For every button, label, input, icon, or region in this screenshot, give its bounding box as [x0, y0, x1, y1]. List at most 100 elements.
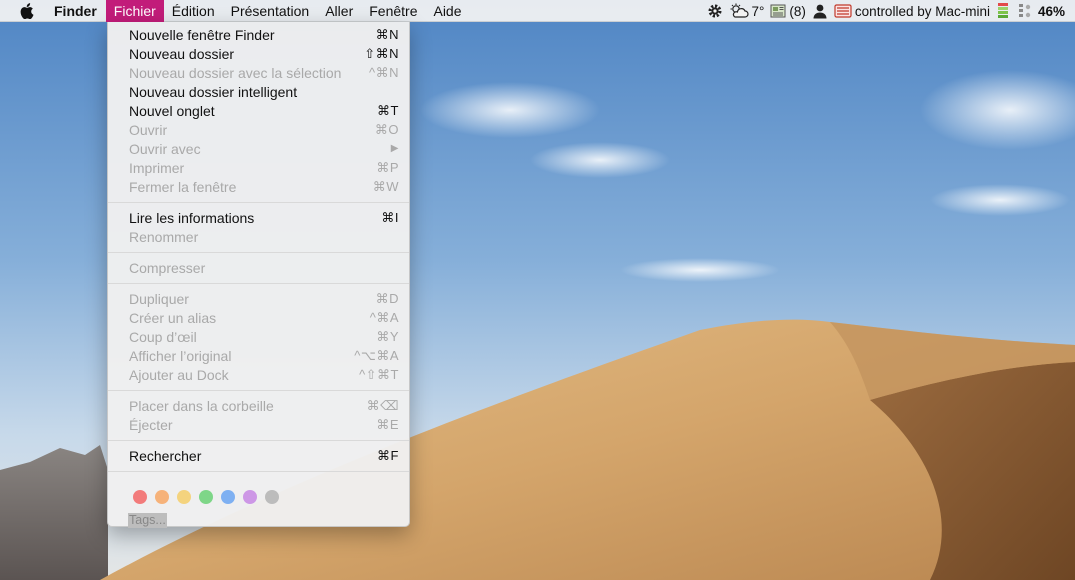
menu-item-ouvrir-avec: Ouvrir avec ▶	[108, 139, 409, 158]
menu-item-shortcut: ⌘Y	[376, 328, 399, 344]
menu-item-shortcut: ⌘I	[381, 209, 399, 225]
menu-separator	[108, 384, 409, 396]
menu-item-label: Rechercher	[129, 447, 202, 464]
menu-item-shortcut: ⌘D	[375, 290, 399, 306]
gray-tag-dot[interactable]	[265, 489, 279, 504]
menu-separator	[108, 434, 409, 446]
submenu-arrow-icon: ▶	[390, 143, 399, 154]
status-area: 7° (8) controlled by Mac-mini 46%	[707, 0, 1075, 22]
user-icon	[813, 4, 827, 19]
menu-aide[interactable]: Aide	[425, 0, 469, 22]
menu-item-label: Créer un alias	[129, 309, 217, 326]
menu-item-dupliquer: Dupliquer ⌘D	[108, 289, 409, 308]
menu-item-fermer-fenetre: Fermer la fenêtre ⌘W	[108, 177, 409, 196]
screen-sharing-icon	[834, 4, 852, 18]
menu-aller[interactable]: Aller	[317, 0, 361, 22]
menu-item-afficher-original: Afficher l’original ^⌥⌘A	[108, 346, 409, 365]
menu-fichier[interactable]: Fichier	[105, 0, 164, 22]
menu-item-coup-doeil: Coup d’œil ⌘Y	[108, 327, 409, 346]
menu-item-nouvelle-fenetre[interactable]: Nouvelle fenêtre Finder ⌘N	[108, 25, 409, 44]
menu-separator	[108, 277, 409, 289]
menu-item-label: Dupliquer	[129, 290, 189, 307]
menu-item-renommer: Renommer	[108, 227, 409, 246]
remote-control-label: controlled by Mac-mini	[854, 3, 990, 19]
notifications-status-item[interactable]: (8)	[770, 0, 806, 22]
menu-item-shortcut: ⌘N	[375, 26, 399, 42]
menu-fenetre[interactable]: Fenêtre	[361, 0, 425, 22]
menu-separator	[108, 465, 409, 477]
memory-meter-icon	[997, 3, 1008, 18]
disk-activity-icon	[1018, 4, 1031, 18]
yellow-tag-dot[interactable]	[177, 489, 191, 504]
menu-item-label: Lire les informations	[129, 209, 255, 226]
menu-item-label: Afficher l’original	[129, 347, 232, 364]
menu-item-lire-informations[interactable]: Lire les informations ⌘I	[108, 208, 409, 227]
menu-item-nouvel-onglet[interactable]: Nouvel onglet ⌘T	[108, 101, 409, 120]
menu-item-label: Ouvrir avec	[129, 140, 201, 157]
menu-item-nouveau-dossier[interactable]: Nouveau dossier ⇧⌘N	[108, 44, 409, 63]
blue-tag-dot[interactable]	[221, 489, 235, 504]
menu-item-imprimer: Imprimer ⌘P	[108, 158, 409, 177]
menu-item-label: Nouvel onglet	[129, 102, 215, 119]
menu-item-label: Nouveau dossier avec la sélection	[129, 64, 342, 81]
menu-item-shortcut: ⇧⌘N	[364, 45, 399, 61]
user-status-item[interactable]	[812, 0, 828, 22]
menu-item-label: Compresser	[129, 259, 206, 276]
menu-item-nouveau-dossier-selection: Nouveau dossier avec la sélection ^⌘N	[108, 63, 409, 82]
orange-tag-dot[interactable]	[155, 489, 169, 504]
notification-count: (8)	[789, 3, 806, 19]
menu-item-label: Ajouter au Dock	[129, 366, 229, 383]
menu-item-creer-alias: Créer un alias ^⌘A	[108, 308, 409, 327]
partly-cloudy-icon	[730, 3, 749, 18]
menu-item-shortcut: ⌘F	[377, 447, 399, 463]
menu-item-label: Nouveau dossier intelligent	[129, 83, 298, 100]
menu-item-shortcut: ^⌥⌘A	[354, 347, 399, 363]
menu-item-shortcut: ⌘P	[376, 159, 399, 175]
menu-item-shortcut: ⌘O	[374, 121, 399, 137]
menu-item-label: Placer dans la corbeille	[129, 397, 274, 414]
weather-status-item[interactable]: 7°	[729, 0, 765, 22]
menu-item-shortcut: ^⌘N	[369, 64, 399, 80]
tags-menu-item[interactable]: Tags...	[128, 513, 167, 528]
menu-item-ejecter: Éjecter ⌘E	[108, 415, 409, 434]
menu-item-compresser: Compresser	[108, 258, 409, 277]
menu-item-label: Imprimer	[129, 159, 185, 176]
menu-item-label: Fermer la fenêtre	[129, 178, 237, 195]
newspaper-icon	[770, 4, 786, 18]
apple-menu-button[interactable]	[0, 0, 54, 22]
menu-item-label: Coup d’œil	[129, 328, 197, 345]
menu-item-shortcut: ^⇧⌘T	[359, 366, 399, 382]
menu-presentation[interactable]: Présentation	[223, 0, 318, 22]
red-tag-dot[interactable]	[133, 489, 147, 504]
remote-control-status-item[interactable]: controlled by Mac-mini	[834, 0, 990, 22]
purple-tag-dot[interactable]	[243, 489, 257, 504]
menu-item-ajouter-dock: Ajouter au Dock ^⇧⌘T	[108, 365, 409, 384]
menu-item-shortcut: ⌘T	[377, 102, 399, 118]
menu-separator	[108, 196, 409, 208]
disk-status-item[interactable]	[1018, 0, 1032, 22]
green-tag-dot[interactable]	[199, 489, 213, 504]
menu-edition[interactable]: Édition	[164, 0, 223, 22]
menu-separator	[108, 246, 409, 258]
menu-item-label: Nouveau dossier	[129, 45, 235, 62]
apple-icon	[20, 2, 34, 19]
menu-item-placer-corbeille: Placer dans la corbeille ⌘⌫	[108, 396, 409, 415]
menu-item-label: Éjecter	[129, 416, 173, 433]
menu-item-rechercher[interactable]: Rechercher ⌘F	[108, 446, 409, 465]
app-menu-finder[interactable]: Finder	[54, 0, 106, 22]
settings-status-item[interactable]	[707, 0, 723, 22]
menu-item-label: Ouvrir	[129, 121, 168, 138]
menu-item-dossier-intelligent[interactable]: Nouveau dossier intelligent	[108, 82, 409, 101]
menu-item-shortcut: ⌘E	[376, 416, 399, 432]
battery-status-item[interactable]: 46%	[1038, 0, 1065, 22]
weather-temperature: 7°	[751, 3, 765, 19]
menu-item-ouvrir: Ouvrir ⌘O	[108, 120, 409, 139]
tag-color-row	[108, 477, 409, 508]
menu-bar: Finder Fichier Édition Présentation Alle…	[0, 0, 1075, 22]
memory-status-item[interactable]	[996, 0, 1012, 22]
menu-item-shortcut: ⌘W	[372, 178, 399, 194]
menu-item-shortcut: ^⌘A	[369, 309, 399, 325]
menu-item-shortcut: ⌘⌫	[366, 397, 399, 413]
menu-item-label: Renommer	[129, 228, 199, 245]
file-menu-dropdown: Nouvelle fenêtre Finder ⌘N Nouveau dossi…	[107, 22, 410, 528]
